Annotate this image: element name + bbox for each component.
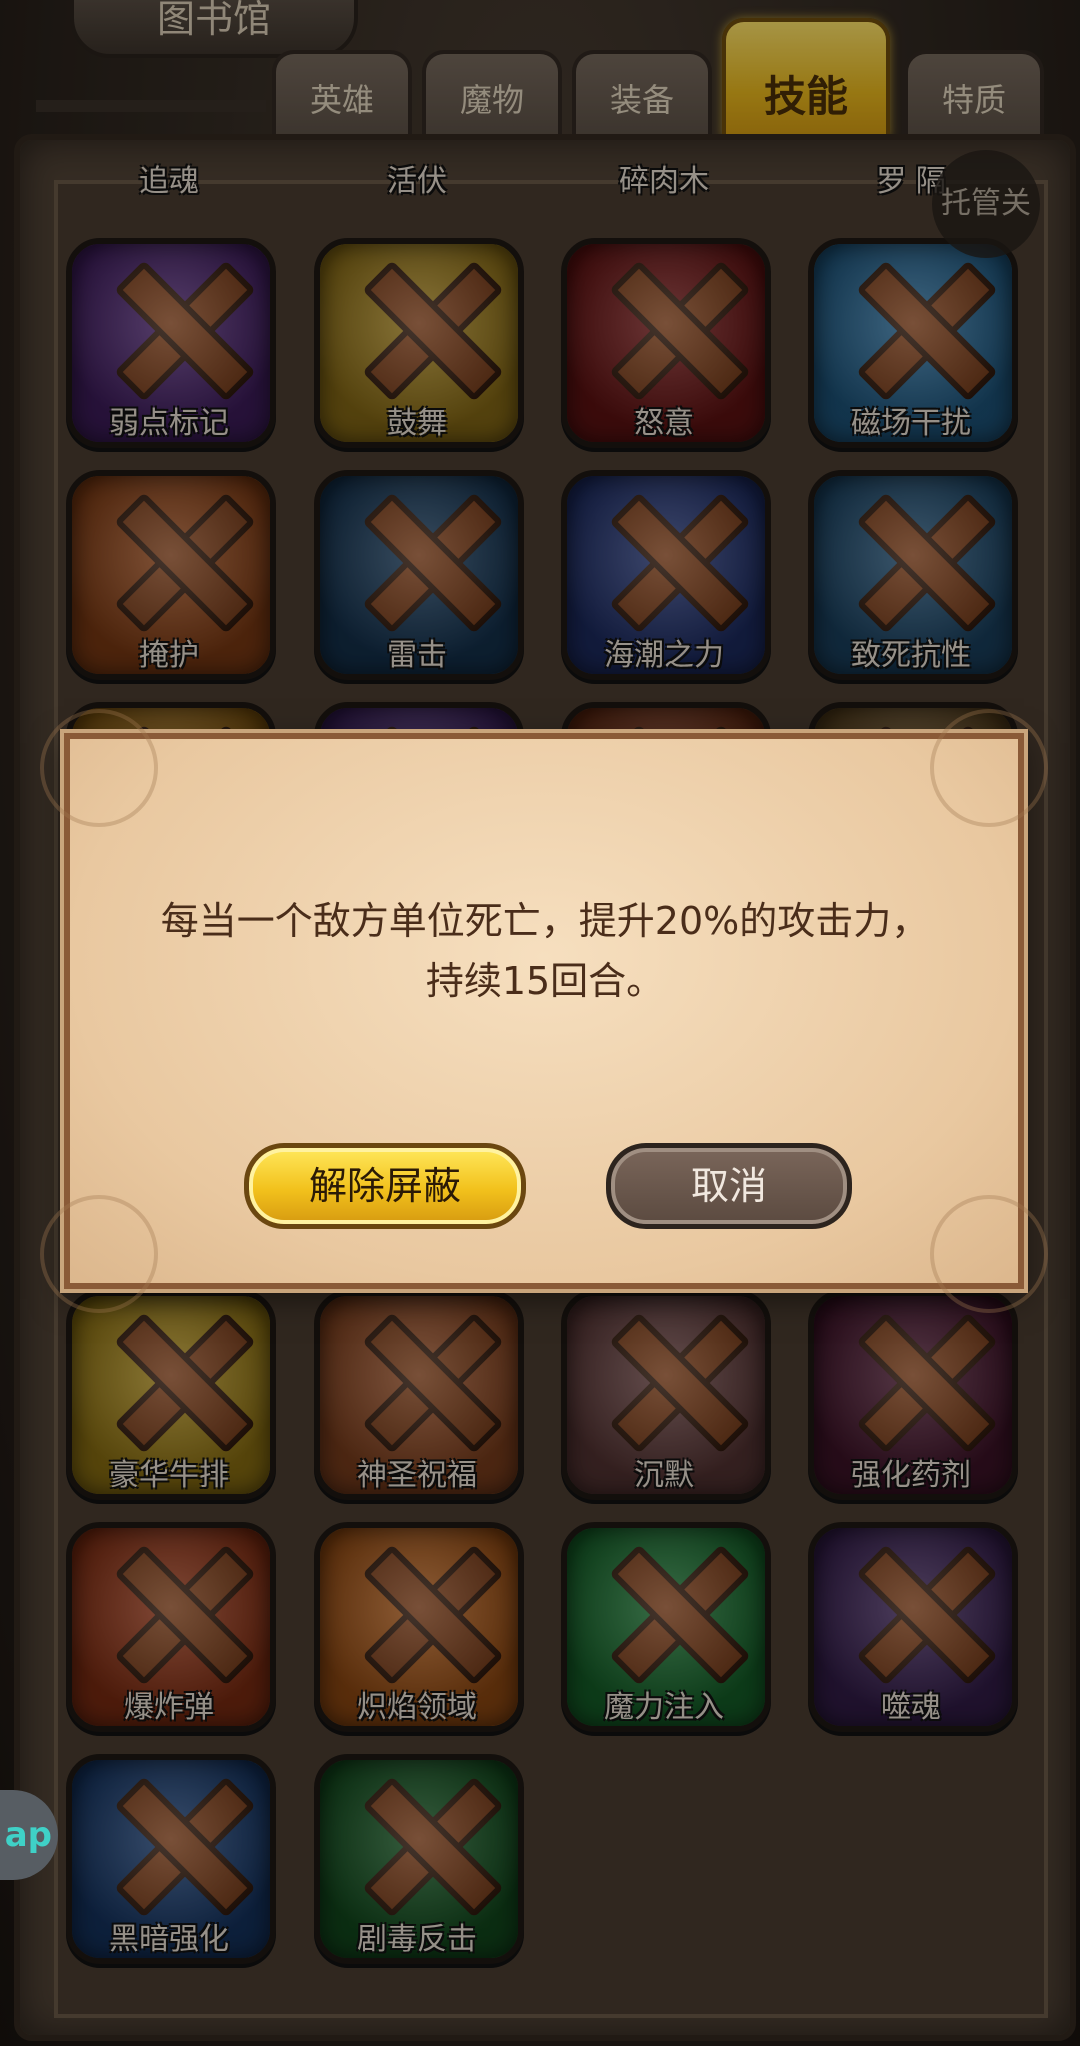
corner-ornament (930, 1195, 1048, 1313)
unblock-button[interactable]: 解除屏蔽 (244, 1143, 526, 1229)
skill-description: 每当一个敌方单位死亡，提升20%的攻击力，持续15回合。 (160, 899, 930, 1003)
corner-ornament (40, 709, 158, 827)
cancel-button[interactable]: 取消 (606, 1143, 852, 1229)
corner-ornament (40, 1195, 158, 1313)
corner-ornament (930, 709, 1048, 827)
skill-dialog: 每当一个敌方单位死亡，提升20%的攻击力，持续15回合。 解除屏蔽 取消 (40, 709, 1048, 1313)
